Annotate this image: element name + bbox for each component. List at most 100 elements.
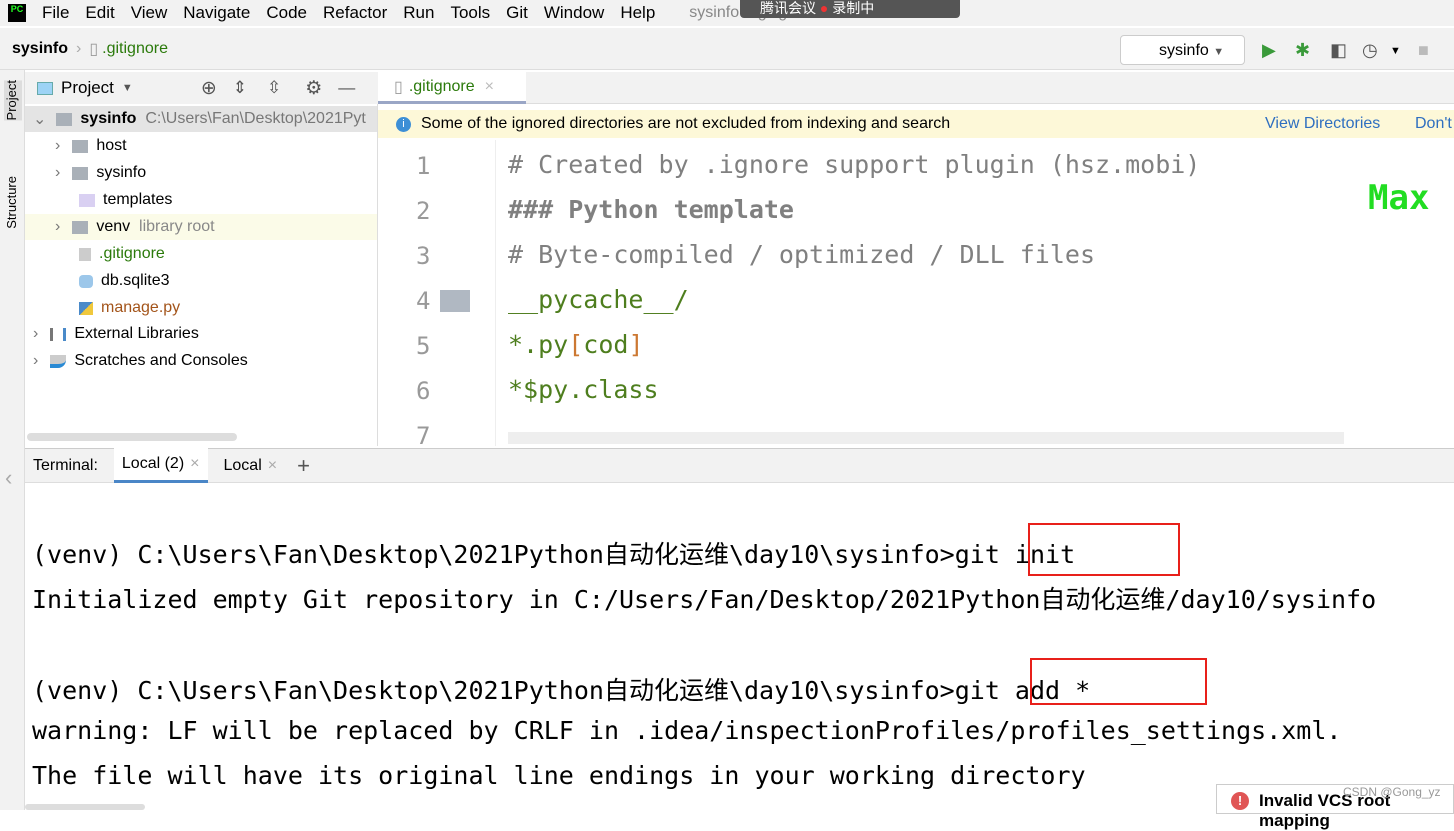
- collapse-all-icon[interactable]: ⇳: [267, 78, 281, 98]
- maximize-overlay-text: Max: [1368, 178, 1430, 218]
- run-config-select[interactable]: sysinfo ▼: [1120, 35, 1245, 65]
- menu-help[interactable]: Help: [620, 3, 655, 23]
- close-icon[interactable]: ×: [268, 457, 277, 475]
- hide-icon[interactable]: —: [338, 78, 355, 98]
- terminal-line: warning: LF will be replaced by CRLF in …: [32, 716, 1342, 745]
- tab-label: Local (2): [121, 455, 185, 472]
- editor-tabs: ▯ .gitignore ×: [378, 72, 1454, 104]
- terminal-tab-local-2[interactable]: Local (2) ×: [113, 448, 208, 483]
- line-number: 5: [416, 332, 431, 360]
- library-icon: [50, 327, 67, 341]
- chevron-down-icon[interactable]: ▼: [122, 82, 133, 94]
- highlight-git-init: [1028, 523, 1180, 576]
- line-number: 3: [416, 242, 431, 270]
- breadcrumb-file[interactable]: .gitignore: [102, 40, 168, 58]
- info-banner: i Some of the ignored directories are no…: [378, 110, 1454, 138]
- tree-label: host: [96, 137, 127, 154]
- tree-item-host[interactable]: › host: [55, 133, 127, 159]
- chevron-down-icon: ⌄: [33, 111, 47, 128]
- tree-label: db.sqlite3: [101, 272, 170, 289]
- menu-tools[interactable]: Tools: [450, 3, 490, 23]
- chevron-right-icon: ›: [55, 164, 61, 181]
- tree-item-sysinfo[interactable]: › sysinfo: [55, 160, 146, 186]
- debug-icon[interactable]: ✱: [1295, 40, 1310, 61]
- new-terminal-button[interactable]: +: [297, 453, 310, 479]
- menu-run[interactable]: Run: [403, 3, 434, 23]
- tree-item-venv[interactable]: › venv library root: [25, 214, 377, 240]
- locate-icon[interactable]: ⊕: [201, 77, 217, 100]
- menu-code[interactable]: Code: [266, 3, 307, 23]
- tree-item-manage[interactable]: manage.py: [79, 295, 180, 321]
- editor-scrollbar[interactable]: [508, 432, 1344, 444]
- folder-icon: [56, 112, 73, 126]
- terminal-scrollbar[interactable]: [25, 804, 145, 810]
- chevron-right-icon: ›: [76, 39, 82, 57]
- folder-icon: [72, 166, 89, 180]
- info-icon: i: [396, 116, 411, 132]
- error-icon: !: [1231, 792, 1249, 810]
- gear-icon[interactable]: ⚙: [305, 77, 322, 100]
- tab-label: Local: [223, 456, 262, 474]
- run-config-label: sysinfo: [1159, 42, 1209, 59]
- tree-path: C:\Users\Fan\Desktop\2021Pyt: [145, 110, 366, 127]
- collapse-arrow-icon[interactable]: ‹: [5, 465, 12, 491]
- terminal-tab-local[interactable]: Local ×: [216, 448, 286, 483]
- recording-label: 录制中: [832, 0, 875, 16]
- menu-window[interactable]: Window: [544, 3, 604, 23]
- stop-icon[interactable]: ■: [1418, 40, 1429, 61]
- code-text: *.py: [508, 330, 569, 359]
- gitignore-file-icon: ▯: [394, 78, 403, 96]
- code-line: __pycache__/: [508, 285, 689, 314]
- run-icon[interactable]: ▶: [1262, 40, 1276, 61]
- line-number: 2: [416, 197, 431, 225]
- tree-item-templates[interactable]: templates: [79, 187, 172, 213]
- tree-item-scratches[interactable]: › Scratches and Consoles: [33, 348, 248, 374]
- close-icon[interactable]: ×: [190, 455, 199, 473]
- tree-label: Scratches and Consoles: [74, 352, 248, 369]
- tab-label: .gitignore: [408, 77, 475, 95]
- terminal-line: (venv) C:\Users\Fan\Desktop\2021Python自动…: [32, 676, 1091, 705]
- menu-file[interactable]: File: [42, 3, 69, 23]
- tree-label: sysinfo: [80, 110, 137, 127]
- meeting-overlay: 腾讯会议 ● 录制中: [740, 0, 960, 18]
- profile-icon[interactable]: ◷: [1362, 40, 1378, 61]
- tree-item-external-libraries[interactable]: › External Libraries: [33, 321, 199, 347]
- menu-git[interactable]: Git: [506, 3, 528, 23]
- coverage-icon[interactable]: ◧: [1330, 40, 1347, 61]
- tree-item-db[interactable]: db.sqlite3: [79, 268, 170, 294]
- code-line: *.py[cod]: [508, 330, 644, 359]
- meeting-label: 腾讯会议: [760, 0, 816, 16]
- terminal-line: Initialized empty Git repository in C:/U…: [32, 585, 1377, 614]
- tree-label: .gitignore: [99, 245, 165, 262]
- horizontal-scrollbar[interactable]: [27, 433, 237, 441]
- project-view-selector[interactable]: Project: [61, 78, 114, 98]
- banner-text: Some of the ignored directories are not …: [421, 115, 951, 132]
- side-tab-structure[interactable]: Structure: [4, 176, 19, 229]
- menu-navigate[interactable]: Navigate: [183, 3, 250, 23]
- gitignore-file-icon: ▯: [89, 40, 99, 58]
- terminal-label: Terminal:: [33, 456, 98, 474]
- menu-view[interactable]: View: [131, 3, 168, 23]
- view-directories-link[interactable]: View Directories: [1265, 115, 1380, 133]
- breadcrumb-project[interactable]: sysinfo: [12, 40, 68, 58]
- dont-show-link[interactable]: Don't: [1415, 115, 1452, 133]
- gitignore-file-icon: [79, 247, 91, 261]
- code-line: # Byte-compiled / optimized / DLL files: [508, 240, 1095, 269]
- side-tab-project[interactable]: Project: [4, 80, 22, 121]
- tree-item-root[interactable]: ⌄ sysinfo C:\Users\Fan\Desktop\2021Pyt: [25, 106, 377, 132]
- expand-all-icon[interactable]: ⇕: [233, 78, 247, 98]
- menu-edit[interactable]: Edit: [85, 3, 114, 23]
- close-icon[interactable]: ×: [485, 78, 494, 96]
- chevron-down-icon: ▼: [1213, 46, 1225, 58]
- terminal-line: (venv) C:\Users\Fan\Desktop\2021Python自动…: [32, 540, 1076, 569]
- more-run-chevron-icon[interactable]: ▼: [1390, 45, 1401, 57]
- line-number: 7: [416, 422, 431, 450]
- folder-icon: [72, 220, 89, 234]
- menu-refactor[interactable]: Refactor: [323, 3, 387, 23]
- tree-label: External Libraries: [74, 325, 199, 342]
- chevron-right-icon: ›: [55, 137, 61, 154]
- left-tool-strip: Project Structure ‹: [0, 70, 25, 810]
- tab-gitignore[interactable]: ▯ .gitignore ×: [378, 72, 526, 104]
- chevron-right-icon: ›: [33, 352, 39, 369]
- tree-item-gitignore[interactable]: .gitignore: [79, 241, 165, 267]
